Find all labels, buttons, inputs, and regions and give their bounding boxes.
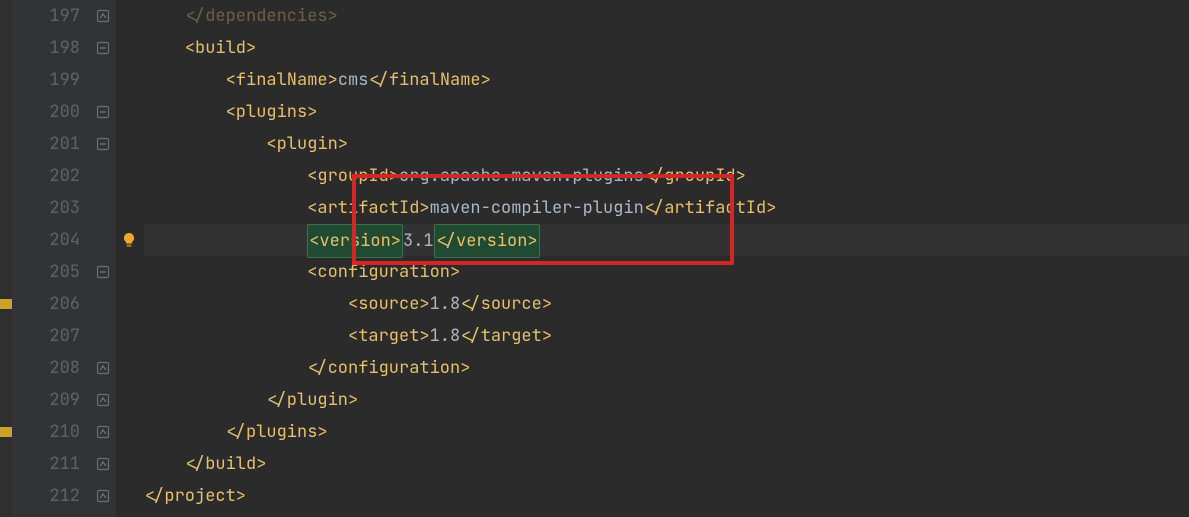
xml-tag: <artifactId> <box>307 197 429 219</box>
xml-tag: <version> <box>307 224 403 258</box>
line-number: 199 <box>12 64 80 96</box>
line-number: 209 <box>12 384 80 416</box>
vcs-change-marker[interactable] <box>0 299 12 309</box>
xml-tag: </build> <box>185 453 267 475</box>
xml-text: cms <box>338 69 369 91</box>
line-number: 203 <box>12 192 80 224</box>
code-line[interactable]: </configuration> <box>144 352 1189 384</box>
xml-tag: </source> <box>460 293 552 315</box>
fold-collapse-icon[interactable] <box>94 135 112 153</box>
line-number: 201 <box>12 128 80 160</box>
xml-tag: </plugins> <box>226 421 328 443</box>
code-line[interactable]: <groupId>org.apache.maven.plugins</group… <box>144 160 1189 192</box>
code-line[interactable]: <source>1.8</source> <box>144 288 1189 320</box>
line-number: 205 <box>12 256 80 288</box>
line-number: 211 <box>12 448 80 480</box>
xml-tag: <configuration> <box>307 261 460 283</box>
code-line[interactable] <box>144 512 1189 517</box>
annotation-gutter <box>116 0 144 517</box>
code-line[interactable]: <artifactId>maven-compiler-plugin</artif… <box>144 192 1189 224</box>
code-area[interactable]: </dependencies> <build> <finalName>cms</… <box>144 0 1189 517</box>
line-number: 198 <box>12 32 80 64</box>
xml-text: maven-compiler-plugin <box>430 197 644 219</box>
fold-gutter <box>92 0 116 517</box>
line-number: 204 <box>12 224 80 256</box>
xml-tag: </version> <box>434 224 540 258</box>
fold-expand-icon[interactable] <box>94 391 112 409</box>
xml-tag: </groupId> <box>644 165 746 187</box>
fold-expand-icon[interactable] <box>94 359 112 377</box>
xml-tag: </project> <box>144 485 246 507</box>
xml-tag: <plugin> <box>266 133 348 155</box>
line-number-gutter: 1971981992002012022032042052062072082092… <box>12 0 92 517</box>
line-number <box>12 512 80 517</box>
change-marker-gutter <box>0 0 12 517</box>
code-line[interactable]: </dependencies> <box>144 0 1189 32</box>
xml-text: 3.1 <box>403 230 434 252</box>
code-line[interactable]: </plugins> <box>144 416 1189 448</box>
xml-tag: <plugins> <box>226 101 318 123</box>
code-line[interactable]: <configuration> <box>144 256 1189 288</box>
intention-bulb-icon[interactable] <box>120 231 138 249</box>
xml-tag: <groupId> <box>307 165 399 187</box>
line-number: 207 <box>12 320 80 352</box>
xml-tag: </plugin> <box>266 389 358 411</box>
code-line[interactable]: </plugin> <box>144 384 1189 416</box>
fold-expand-icon[interactable] <box>94 423 112 441</box>
xml-tag: <target> <box>348 325 430 347</box>
fold-collapse-icon[interactable] <box>94 103 112 121</box>
xml-tag: <build> <box>185 37 256 59</box>
fold-collapse-icon[interactable] <box>94 263 112 281</box>
code-line[interactable]: </build> <box>144 448 1189 480</box>
fold-collapse-icon[interactable] <box>94 39 112 57</box>
line-number: 202 <box>12 160 80 192</box>
fold-expand-icon[interactable] <box>94 7 112 25</box>
xml-tag: </target> <box>460 325 552 347</box>
xml-text: org.apache.maven.plugins <box>399 165 644 187</box>
xml-tag: </artifactId> <box>644 197 777 219</box>
code-line[interactable]: <finalName>cms</finalName> <box>144 64 1189 96</box>
code-line[interactable]: <target>1.8</target> <box>144 320 1189 352</box>
xml-text: 1.8 <box>430 325 461 347</box>
xml-tag: </finalName> <box>368 69 490 91</box>
line-number: 200 <box>12 96 80 128</box>
line-number: 197 <box>12 0 80 32</box>
code-line[interactable]: <version>3.1</version> <box>144 224 1189 256</box>
code-line[interactable]: <plugins> <box>144 96 1189 128</box>
fold-expand-icon[interactable] <box>94 455 112 473</box>
code-line[interactable]: </project> <box>144 480 1189 512</box>
code-line[interactable]: <plugin> <box>144 128 1189 160</box>
line-number: 212 <box>12 480 80 512</box>
xml-tag: <finalName> <box>226 69 338 91</box>
vcs-change-marker[interactable] <box>0 427 12 437</box>
xml-tag: </configuration> <box>307 357 470 379</box>
xml-tag: <source> <box>348 293 430 315</box>
line-number: 210 <box>12 416 80 448</box>
xml-text: 1.8 <box>430 293 461 315</box>
fold-expand-icon[interactable] <box>94 487 112 505</box>
line-number: 206 <box>12 288 80 320</box>
line-number: 208 <box>12 352 80 384</box>
xml-tag: </dependencies> <box>185 5 338 27</box>
code-editor[interactable]: 1971981992002012022032042052062072082092… <box>0 0 1189 517</box>
code-line[interactable]: <build> <box>144 32 1189 64</box>
